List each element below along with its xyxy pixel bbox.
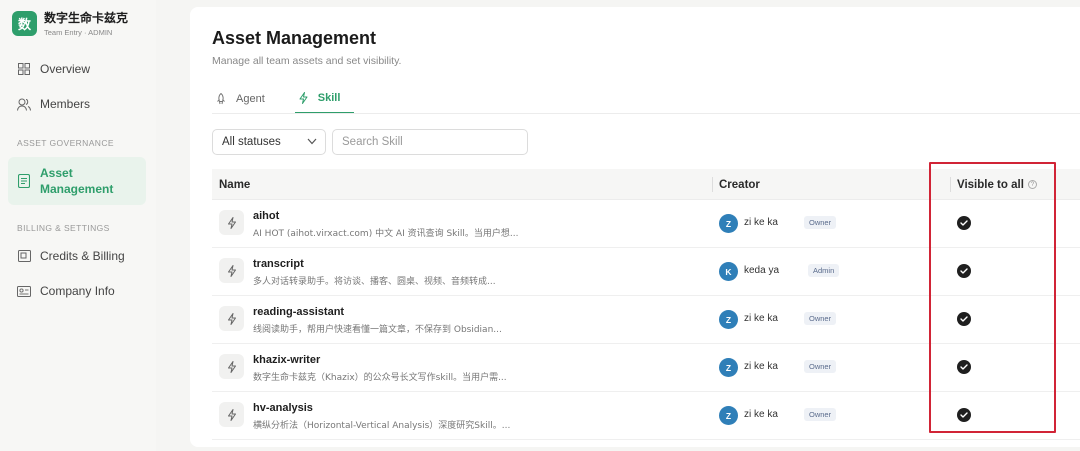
tab-label: Skill <box>317 91 341 104</box>
role-badge: Owner <box>804 216 837 229</box>
avatar: Z <box>719 310 738 329</box>
section-label-billing-settings: BILLING & SETTINGS <box>17 223 110 233</box>
skill-name[interactable]: hv-analysis <box>253 402 313 414</box>
skill-name[interactable]: khazix-writer <box>253 354 320 366</box>
tab-skill[interactable]: Skill <box>294 83 355 114</box>
role-badge: Owner <box>804 312 837 325</box>
skill-description: AI HOT (aihot.virxact.com) 中文 AI 资讯查询 Sk… <box>253 229 519 239</box>
skill-name[interactable]: transcript <box>253 258 304 270</box>
lightning-icon <box>219 354 244 379</box>
column-header-name[interactable]: Name <box>219 169 250 200</box>
id-card-icon <box>17 284 31 298</box>
role-badge: Owner <box>804 408 837 421</box>
chevron-down-icon <box>307 138 317 145</box>
highlight-box <box>929 162 1056 433</box>
lightning-icon <box>219 210 244 235</box>
page-subtitle: Manage all team assets and set visibilit… <box>212 55 402 67</box>
status-filter-value: All statuses <box>222 136 281 148</box>
sidebar-item-credits-billing[interactable]: Credits & Billing <box>8 240 146 272</box>
role-badge: Admin <box>808 264 840 277</box>
column-header-creator[interactable]: Creator <box>719 169 760 200</box>
brand-subtitle: Team Entry · ADMIN <box>44 28 113 37</box>
sidebar-item-asset-management[interactable]: Asset Management <box>8 157 146 205</box>
avatar: Z <box>719 406 738 425</box>
creator-name: zi ke ka <box>744 313 778 324</box>
avatar: Z <box>719 214 738 233</box>
lightning-icon <box>219 402 244 427</box>
skill-name[interactable]: aihot <box>253 210 279 222</box>
sidebar: 数 数字生命卡兹克 Team Entry · ADMIN Overview Me… <box>0 0 156 451</box>
lightning-icon <box>219 306 244 331</box>
creator-name: zi ke ka <box>744 409 778 420</box>
avatar: K <box>719 262 738 281</box>
search-input[interactable] <box>332 129 528 155</box>
section-label-asset-governance: ASSET GOVERNANCE <box>17 138 114 148</box>
page-title: Asset Management <box>212 28 377 48</box>
brand[interactable]: 数 数字生命卡兹克 Team Entry · ADMIN <box>12 9 128 37</box>
creator-name: zi ke ka <box>744 217 778 228</box>
lightning-icon <box>299 91 308 104</box>
skill-description: 多人对话转录助手。将访谈、播客、圆桌、视频、音频转成... <box>253 277 496 287</box>
document-icon <box>17 174 31 188</box>
sidebar-item-label: Overview <box>40 62 91 76</box>
sidebar-item-label: Members <box>40 97 91 111</box>
tab-label: Agent <box>236 92 265 105</box>
wallet-icon <box>17 249 31 263</box>
brand-logo: 数 <box>12 10 37 36</box>
skill-description: 数字生命卡兹克（Khazix）的公众号长文写作skill。当用户需... <box>253 373 507 383</box>
skill-description: 横纵分析法（Horizontal-Vertical Analysis）深度研究S… <box>253 421 511 431</box>
tab-agent[interactable]: Agent <box>212 83 269 114</box>
status-filter-select[interactable]: All statuses <box>212 129 326 155</box>
skill-name[interactable]: reading-assistant <box>253 306 344 318</box>
tab-bar: Agent Skill <box>212 83 380 114</box>
role-badge: Owner <box>804 360 837 373</box>
column-divider[interactable] <box>712 177 713 192</box>
creator-name: zi ke ka <box>744 361 778 372</box>
sidebar-item-label: Company Info <box>40 284 115 298</box>
rocket-icon <box>216 92 226 105</box>
sidebar-item-label: Asset Management <box>40 166 114 196</box>
sidebar-item-label: Credits & Billing <box>40 249 125 263</box>
grid-icon <box>17 62 31 76</box>
sidebar-item-company-info[interactable]: Company Info <box>8 275 146 307</box>
skill-description: 线阅读助手，帮用户快速看懂一篇文章，不保存到 Obsidian... <box>253 325 502 335</box>
members-icon <box>17 97 31 111</box>
brand-name: 数字生命卡兹克 <box>44 11 129 25</box>
sidebar-item-overview[interactable]: Overview <box>8 53 146 85</box>
avatar: Z <box>719 358 738 377</box>
sidebar-item-members[interactable]: Members <box>8 88 146 120</box>
lightning-icon <box>219 258 244 283</box>
tabs-divider <box>212 113 1080 114</box>
creator-name: keda ya <box>744 265 780 276</box>
